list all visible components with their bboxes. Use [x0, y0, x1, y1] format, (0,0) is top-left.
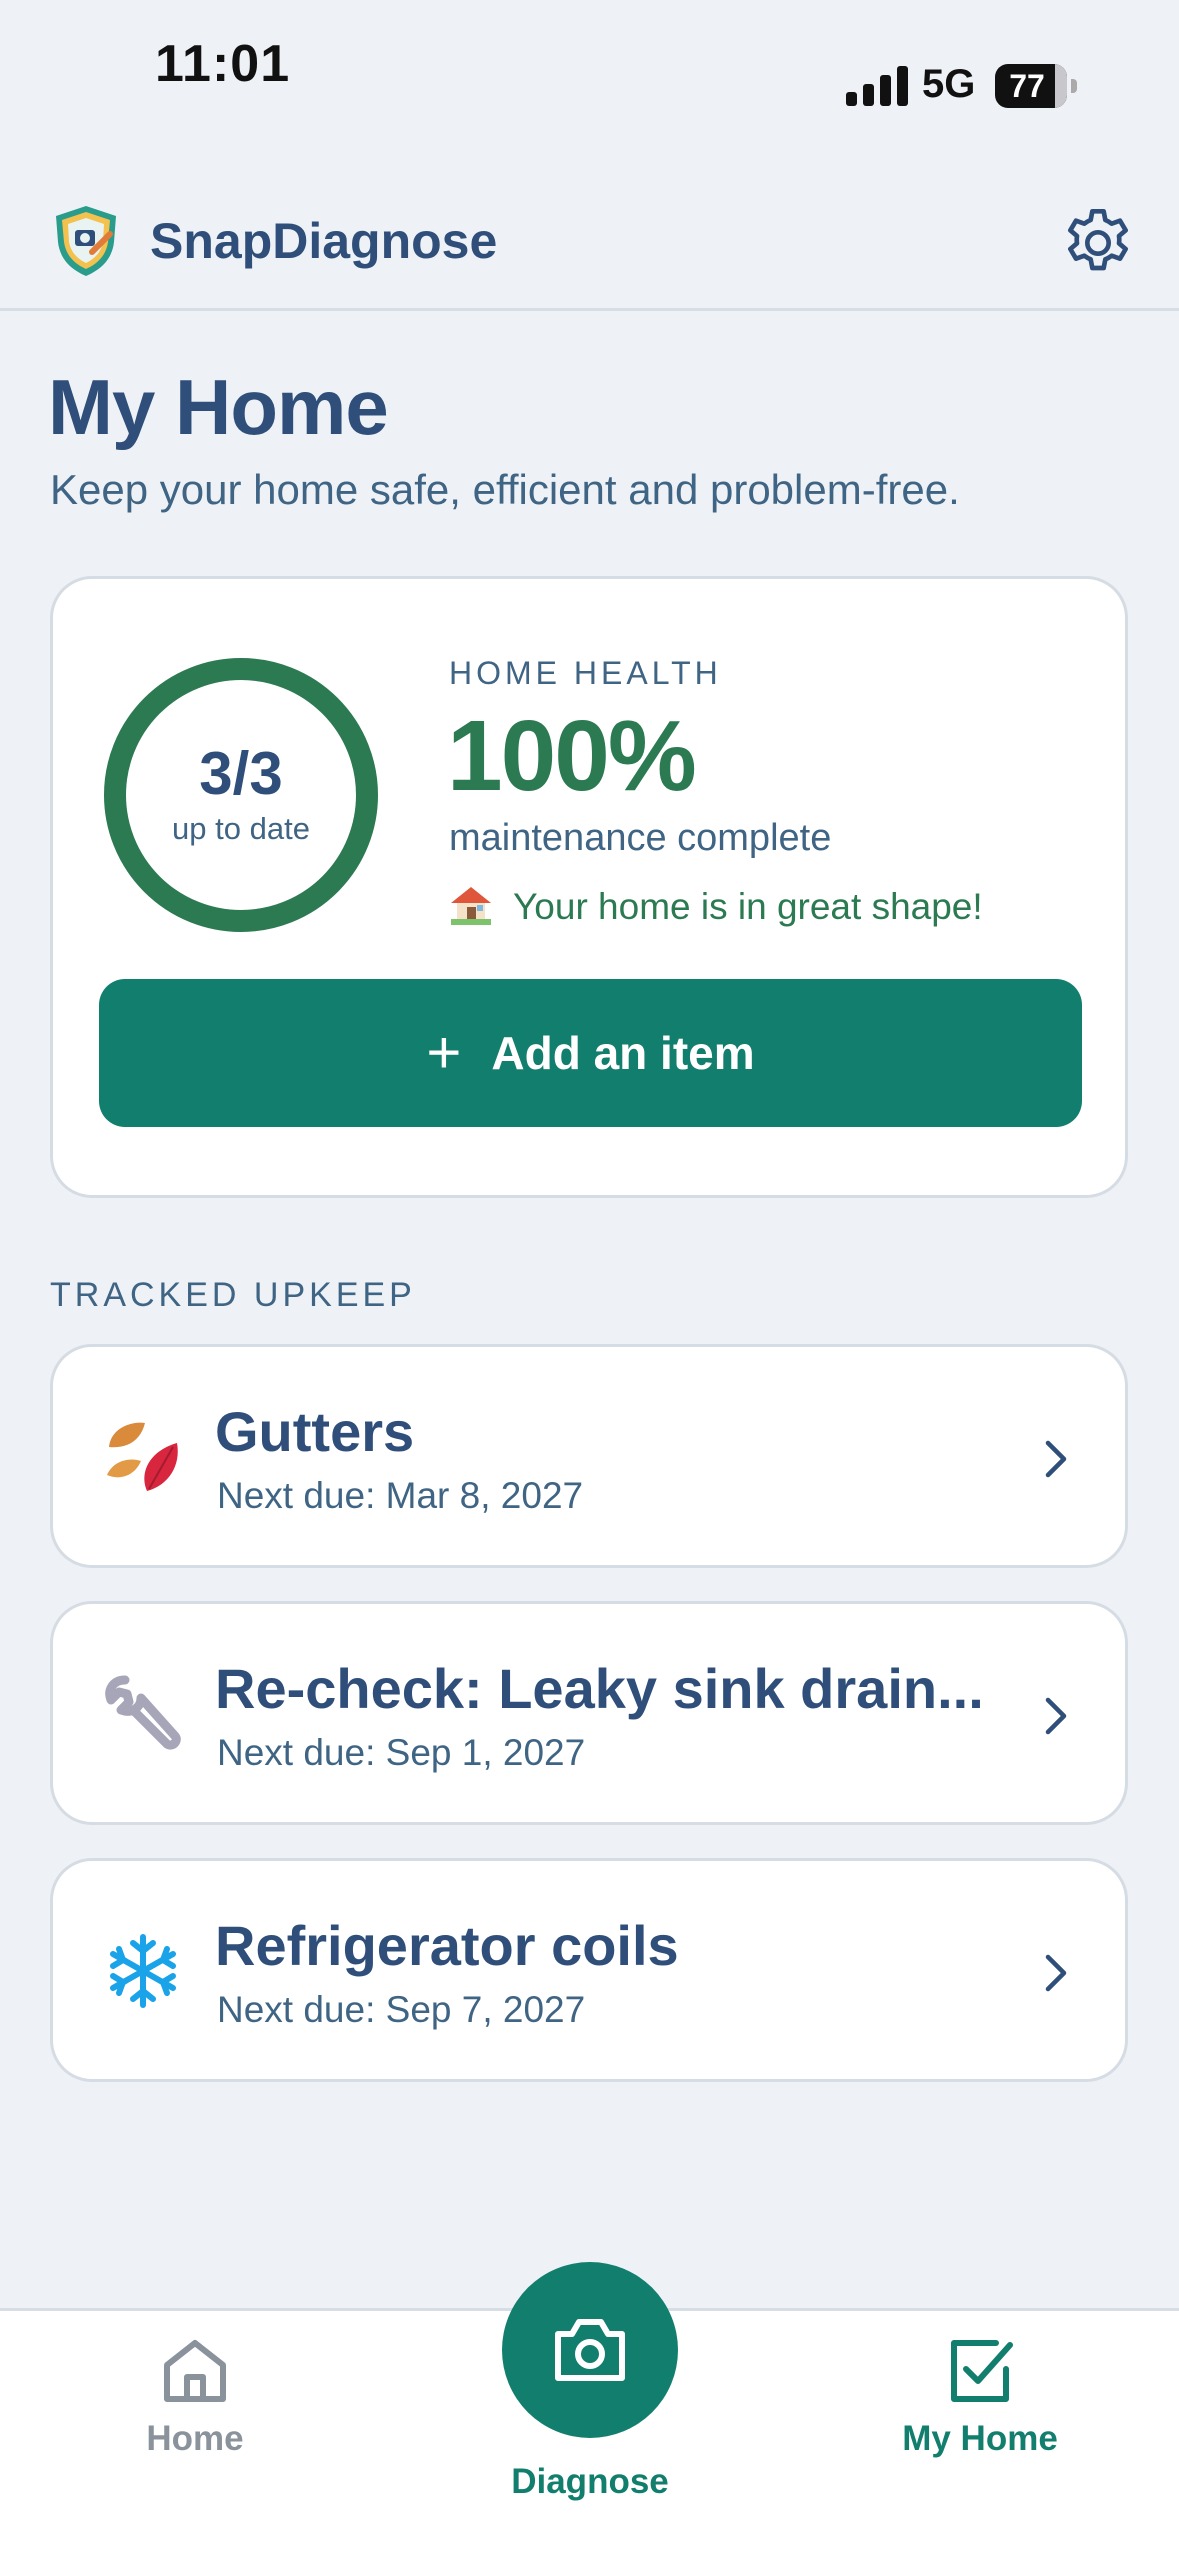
tab-diagnose-label[interactable]: Diagnose — [440, 2462, 740, 2502]
upkeep-title: Re-check: Leaky sink drain... — [215, 1657, 984, 1720]
plus-icon: + — [426, 1019, 462, 1086]
status-time: 11:01 — [155, 35, 291, 93]
upkeep-due: Next due: Sep 1, 2027 — [217, 1732, 586, 1773]
app-name: SnapDiagnose — [150, 213, 498, 269]
battery-icon: 77 — [995, 64, 1077, 108]
ring-value: 3/3 — [199, 740, 283, 807]
battery-level: 77 — [1009, 68, 1045, 104]
upkeep-title: Refrigerator coils — [215, 1914, 679, 1977]
chevron-right-icon — [1045, 1440, 1067, 1478]
chevron-right-icon — [1045, 1954, 1067, 1992]
home-health-card: 3/3 up to date HOME HEALTH 100% maintena… — [50, 576, 1128, 1198]
upkeep-due: Next due: Mar 8, 2027 — [217, 1475, 584, 1516]
house-icon — [451, 887, 491, 925]
page-subtitle: Keep your home safe, efficient and probl… — [50, 466, 960, 513]
home-health-label: HOME HEALTH — [449, 655, 722, 691]
add-item-button[interactable]: + Add an item — [99, 979, 1082, 1127]
home-health-subtitle: maintenance complete — [449, 817, 832, 859]
upkeep-due: Next due: Sep 7, 2027 — [217, 1989, 586, 2030]
tab-home[interactable]: Home — [115, 2311, 275, 2481]
diagnose-camera-button[interactable] — [502, 2262, 678, 2438]
page-title: My Home — [48, 363, 389, 451]
status-bar: 11:01 5G 77 — [0, 0, 1179, 150]
leaves-icon — [107, 1422, 178, 1491]
add-item-label: Add an item — [491, 1027, 755, 1079]
network-type: 5G — [922, 62, 976, 106]
gear-icon[interactable] — [1058, 203, 1138, 283]
ring-label: up to date — [172, 811, 310, 846]
upkeep-item-refrigerator-coils[interactable]: Refrigerator coils Next due: Sep 7, 2027 — [50, 1858, 1128, 2082]
tab-my-home[interactable]: My Home — [880, 2311, 1080, 2481]
tab-home-label: Home — [146, 2419, 244, 2458]
upkeep-item-gutters[interactable]: Gutters Next due: Mar 8, 2027 — [50, 1344, 1128, 1568]
chevron-right-icon — [1045, 1697, 1067, 1735]
tab-my-home-label: My Home — [902, 2419, 1058, 2458]
wrench-icon — [105, 1675, 181, 1750]
upkeep-title: Gutters — [215, 1400, 415, 1463]
app-header: SnapDiagnose — [0, 150, 1179, 311]
home-health-percent: 100% — [447, 700, 697, 812]
snowflake-icon — [110, 1934, 176, 2008]
section-title: TRACKED UPKEEP — [50, 1276, 416, 1314]
home-health-message: Your home is in great shape! — [513, 886, 983, 927]
checkbox-icon — [951, 2340, 1013, 2402]
cellular-signal-icon — [846, 66, 908, 106]
upkeep-item-sink-drain[interactable]: Re-check: Leaky sink drain... Next due: … — [50, 1601, 1128, 1825]
app-logo-icon — [56, 206, 116, 276]
home-health-message-row: Your home is in great shape! — [449, 885, 983, 928]
home-icon — [164, 2340, 226, 2402]
camera-icon — [555, 2319, 625, 2381]
